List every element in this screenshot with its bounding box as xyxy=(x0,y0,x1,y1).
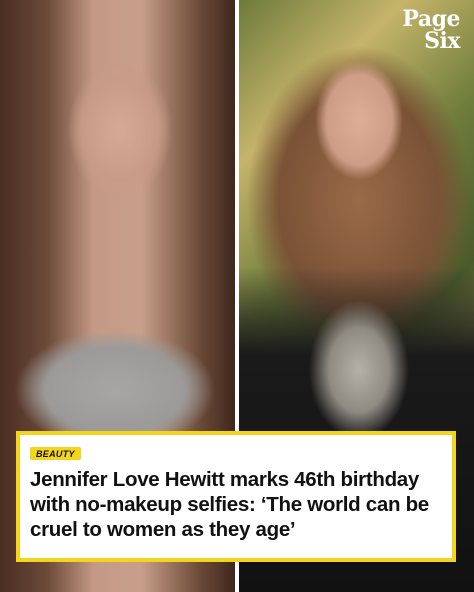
logo-line-2: Six xyxy=(424,28,460,54)
category-badge: BEAUTY xyxy=(30,447,81,460)
page-six-logo: Page Six xyxy=(392,8,460,52)
logo-line-1: Page xyxy=(402,6,460,32)
article-headline[interactable]: Jennifer Love Hewitt marks 46th birthday… xyxy=(30,467,442,542)
headline-card[interactable]: BEAUTY Jennifer Love Hewitt marks 46th b… xyxy=(16,431,456,562)
